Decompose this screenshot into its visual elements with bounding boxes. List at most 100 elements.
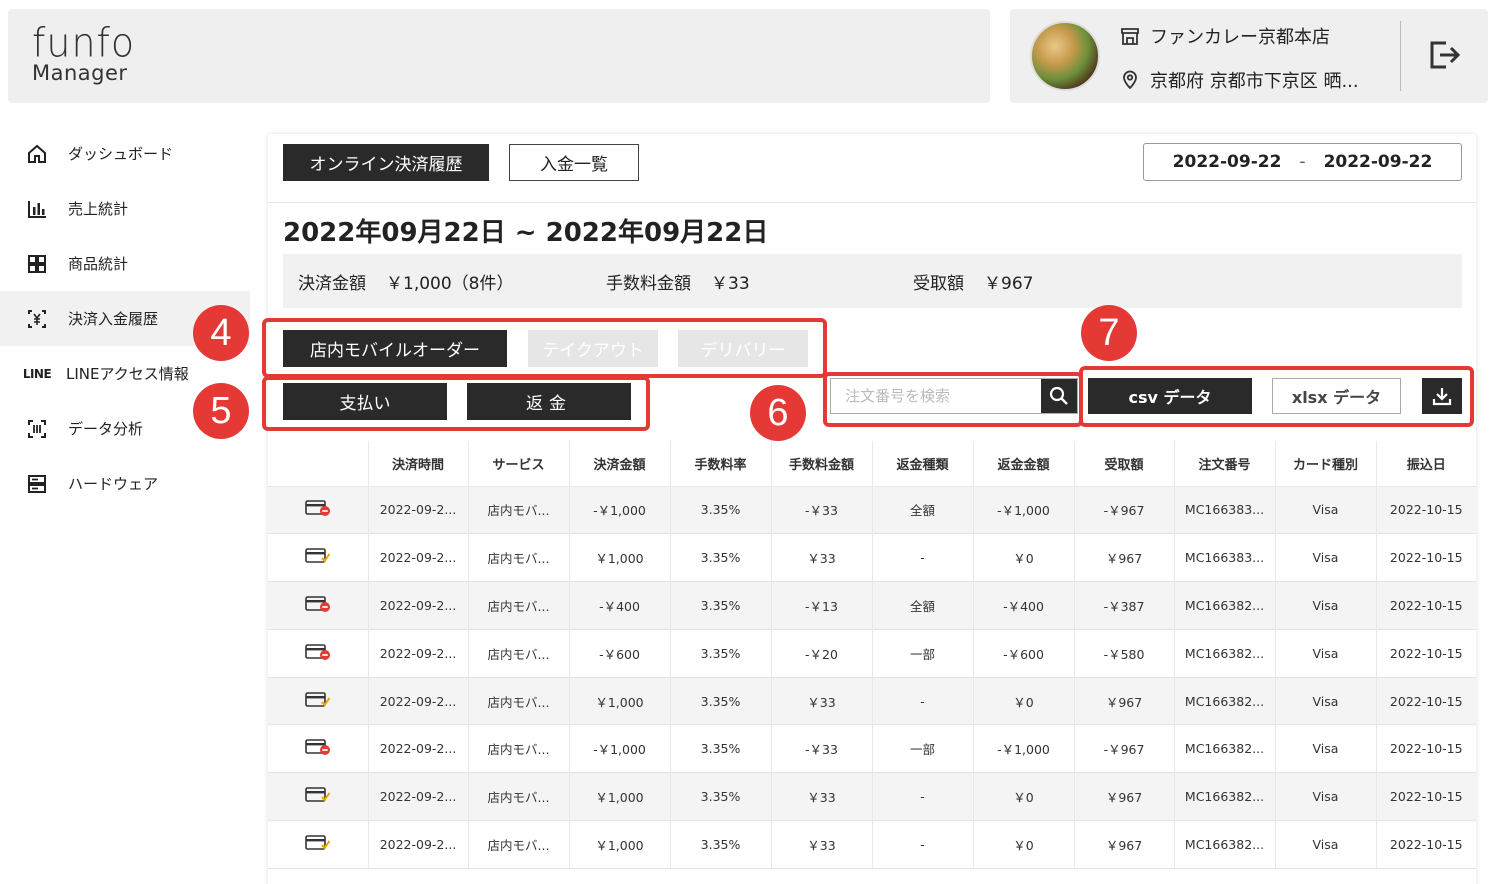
download-button[interactable] <box>1422 378 1462 414</box>
table-cell: 3.35% <box>670 486 772 534</box>
table-row[interactable]: 2022-09-2... 店内モバ... ￥1,000 3.35% ￥33- ￥0 ￥967… <box>268 772 1476 821</box>
filter-instore-mobile-order-button[interactable]: 店内モバイルオーダー <box>283 330 507 367</box>
table-cell: -￥1,000 <box>569 724 671 773</box>
table-cell: -￥967 <box>1074 724 1175 773</box>
table-header-cell: 手数料率 <box>670 441 772 487</box>
order-search-input[interactable] <box>831 379 1041 413</box>
table-cell: 店内モバ... <box>468 772 570 821</box>
table-cell: MC166382... <box>1174 772 1276 821</box>
table-cell: ￥967 <box>1074 677 1175 725</box>
table-cell: ￥33 <box>771 677 873 725</box>
table-header-cell: サービス <box>468 441 570 487</box>
table-cell: ￥33 <box>771 533 873 582</box>
sidebar-item-label: 売上統計 <box>68 200 129 218</box>
xlsx-download-button[interactable]: xlsx データ <box>1272 378 1401 414</box>
date-range-picker[interactable]: 2022-09-22 - 2022-09-22 <box>1143 143 1462 181</box>
date-range-end: 2022-09-22 <box>1323 152 1433 172</box>
table-cell: MC166383... <box>1174 533 1276 582</box>
table-cell: 3.35% <box>670 581 772 630</box>
table-cell: 2022-10-15 <box>1376 772 1476 821</box>
grid-icon <box>28 254 46 273</box>
table-body: 2022-09-2... 店内モバ... -￥1,000 3.35% -￥33 全額 -￥1… <box>268 486 1476 869</box>
summary-payment: 決済金額 ￥1,000（8件） <box>298 269 606 294</box>
table-cell: -￥387 <box>1074 581 1175 630</box>
table-cell: MC166382... <box>1174 629 1276 678</box>
table-cell: -￥33 <box>771 724 873 773</box>
table-cell: 2022-10-15 <box>1376 724 1476 773</box>
sidebar-item-label: ハードウェア <box>68 475 159 493</box>
sidebar-item-hardware[interactable]: ハードウェア <box>0 456 250 511</box>
tab-online-payment-history[interactable]: オンライン決済履歴 <box>283 144 489 181</box>
filter-delivery-button[interactable]: デリバリー <box>678 330 808 367</box>
table-row[interactable]: 2022-09-2... 店内モバ... ￥1,000 3.35% ￥33- ￥0 ￥967… <box>268 533 1476 582</box>
logout-icon[interactable] <box>1426 37 1462 73</box>
order-search <box>830 378 1078 414</box>
table-cell: -￥33 <box>771 486 873 534</box>
funfo-logo[interactable]: funfo Manager <box>32 22 135 85</box>
table-cell: -￥967 <box>1074 486 1175 534</box>
table-cell: -￥580 <box>1074 629 1175 678</box>
table-cell: 店内モバ... <box>468 581 570 630</box>
table-row[interactable]: 2022-09-2... 店内モバ... -￥1,000 3.35% -￥33 全額 -￥1… <box>268 486 1476 534</box>
table-cell: 2022-10-15 <box>1376 581 1476 630</box>
sidebar-item-sales-stats[interactable]: 売上統計 <box>0 181 250 236</box>
table-cell: MC166382... <box>1174 724 1276 773</box>
sidebar-item-label: ダッシュボード <box>68 145 174 163</box>
location-pin-icon <box>1123 70 1137 90</box>
download-icon <box>1432 388 1452 406</box>
card-payment-icon <box>304 787 331 802</box>
table-header-cell: 手数料金額 <box>771 441 873 487</box>
table-cell: 2022-10-15 <box>1376 820 1476 869</box>
table-cell: 全額 <box>872 486 974 534</box>
sidebar-item-dashboard[interactable]: ダッシュボード <box>0 126 250 181</box>
table-row[interactable]: 2022-09-2... 店内モバ... -￥1,000 3.35% -￥33 一部 -￥1… <box>268 724 1476 773</box>
bar-chart-icon <box>28 200 46 218</box>
store-divider <box>1400 21 1401 91</box>
table-cell: Visa <box>1275 629 1377 678</box>
filter-payment-button[interactable]: 支払い <box>283 383 447 420</box>
table-cell: 一部 <box>872 724 974 773</box>
table-row[interactable]: 2022-09-2... 店内モバ... -￥600 3.35% -￥20 一部 -￥600… <box>268 629 1476 678</box>
line-icon: LINE <box>22 366 52 381</box>
table-cell: -￥1,000 <box>569 486 671 534</box>
summary-received-value: ￥967 <box>984 273 1034 294</box>
table-cell: 一部 <box>872 629 974 678</box>
store-address: 京都府 京都市下京区 晒... <box>1150 71 1359 92</box>
tab-deposit-list[interactable]: 入金一覧 <box>509 144 639 181</box>
table-cell: 店内モバ... <box>468 533 570 582</box>
table-row[interactable]: 2022-09-2... 店内モバ... ￥1,000 3.35% ￥33- ￥0 ￥967… <box>268 820 1476 869</box>
table-cell: ￥1,000 <box>569 772 671 821</box>
transaction-type-cell <box>268 820 369 869</box>
table-header-cell: 注文番号 <box>1174 441 1276 487</box>
table-cell: 2022-10-15 <box>1376 629 1476 678</box>
card-refund-icon <box>304 596 330 612</box>
table-cell: 全額 <box>872 581 974 630</box>
transaction-type-cell <box>268 772 369 821</box>
filter-takeout-button[interactable]: テイクアウト <box>528 330 658 367</box>
table-cell: ￥1,000 <box>569 533 671 582</box>
csv-download-button[interactable]: csv データ <box>1088 378 1252 414</box>
search-icon <box>1049 386 1068 405</box>
table-cell: 2022-09-2... <box>368 677 469 725</box>
table-row[interactable]: 2022-09-2... 店内モバ... ￥1,000 3.35% ￥33- ￥0 ￥967… <box>268 677 1476 725</box>
sidebar-item-label: データ分析 <box>68 420 144 438</box>
table-header-cell <box>268 441 369 487</box>
store-panel: ファンカレー京都本店 京都府 京都市下京区 晒... <box>1010 9 1488 103</box>
yen-receipt-icon <box>28 309 46 328</box>
transaction-type-cell <box>268 724 369 773</box>
table-cell: -￥20 <box>771 629 873 678</box>
search-button[interactable] <box>1041 379 1077 413</box>
table-cell: -￥1,000 <box>973 724 1075 773</box>
table-cell: 2022-09-2... <box>368 820 469 869</box>
table-cell: 店内モバ... <box>468 820 570 869</box>
table-cell: -￥400 <box>973 581 1075 630</box>
table-cell: 店内モバ... <box>468 486 570 534</box>
summary-received: 受取額 ￥967 <box>913 269 1033 294</box>
date-range-start: 2022-09-22 <box>1172 152 1282 172</box>
sidebar-item-product-stats[interactable]: 商品統計 <box>0 236 250 291</box>
home-icon <box>28 144 46 163</box>
card-divider <box>268 202 1476 203</box>
table-cell: ￥967 <box>1074 820 1175 869</box>
filter-refund-button[interactable]: 返金 <box>467 383 631 420</box>
table-row[interactable]: 2022-09-2... 店内モバ... -￥400 3.35% -￥13 全額 -￥400… <box>268 581 1476 630</box>
